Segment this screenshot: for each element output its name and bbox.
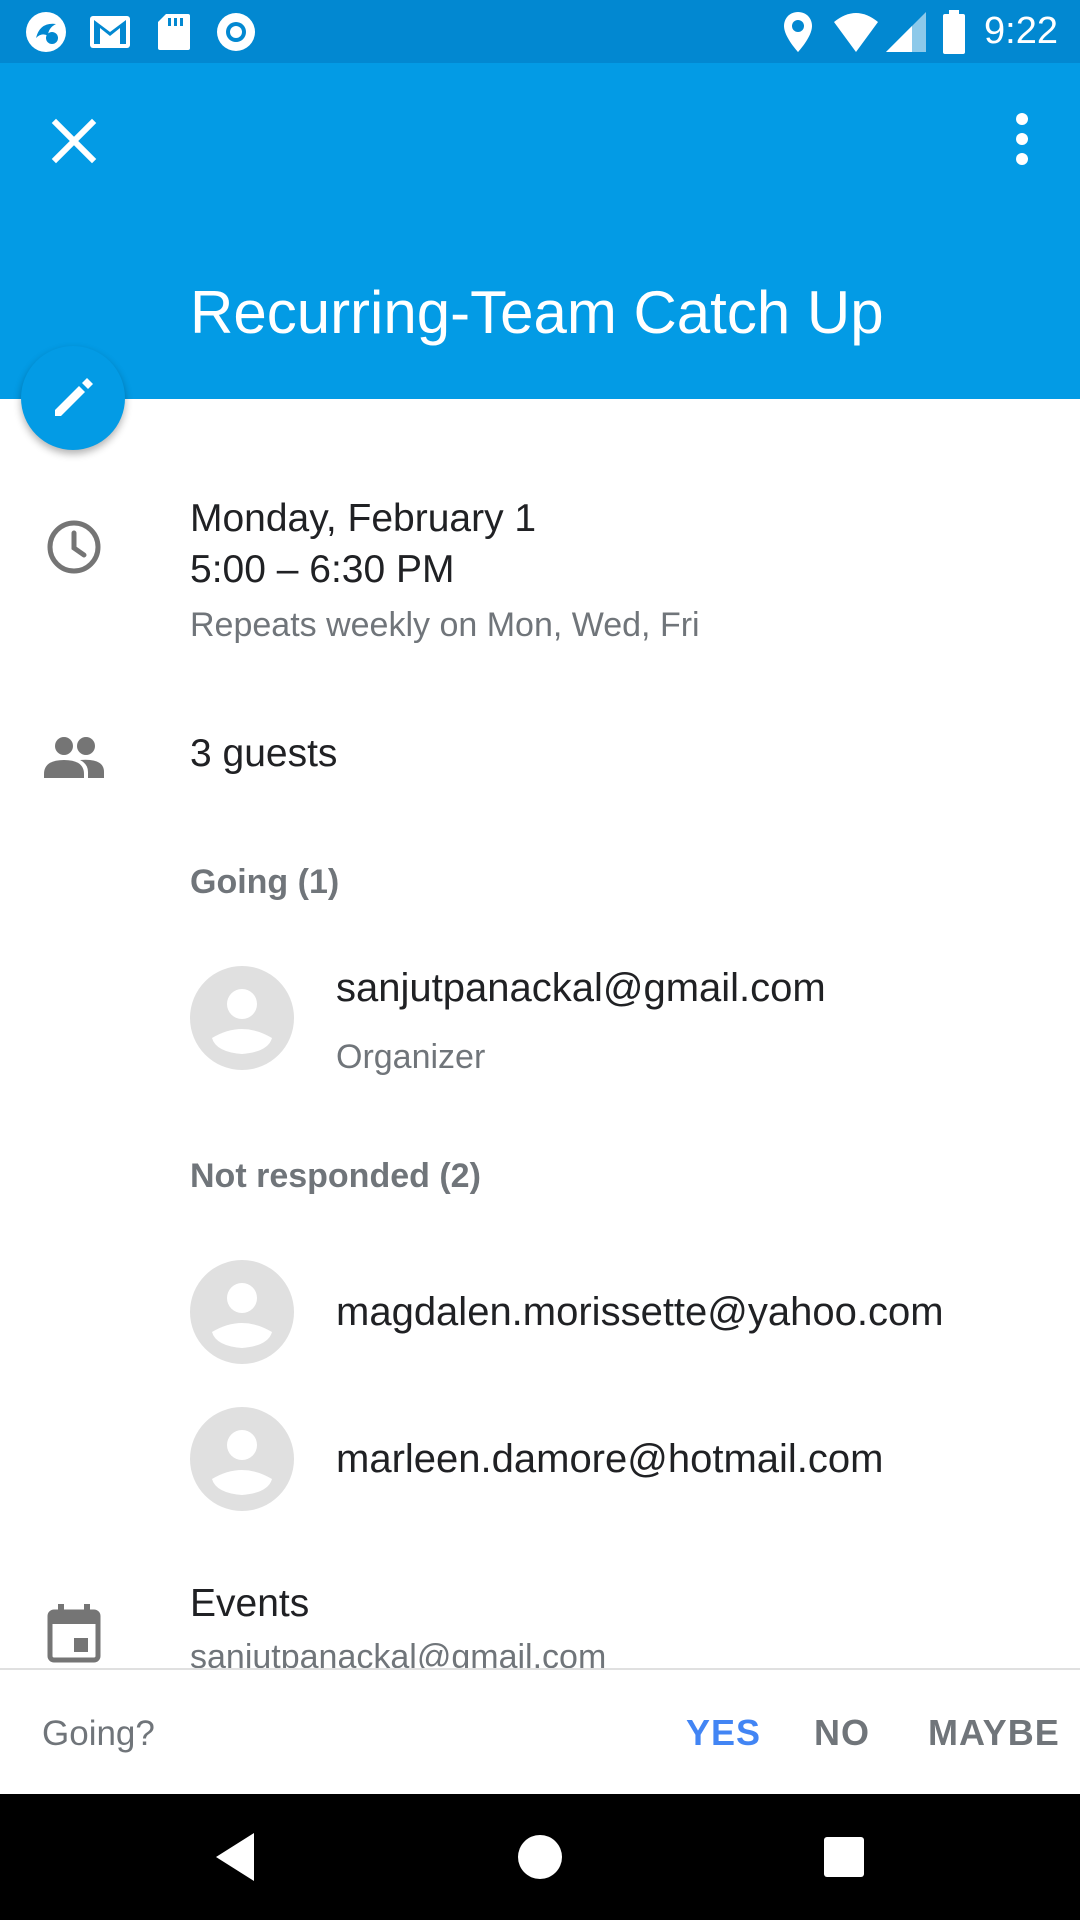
event-title: Recurring-Team Catch Up — [190, 279, 884, 346]
home-icon[interactable] — [508, 1825, 572, 1889]
rsvp-maybe-button[interactable]: MAYBE — [928, 1712, 1060, 1754]
avatar — [190, 966, 294, 1070]
clock-icon — [47, 520, 101, 574]
guest-count[interactable]: 3 guests — [190, 732, 337, 776]
cell-signal-icon — [886, 12, 926, 52]
event-date: Monday, February 1 — [190, 497, 537, 540]
guest-role: Organizer — [336, 1038, 486, 1076]
people-icon — [44, 737, 104, 778]
guest-email: sanjutpanackal@gmail.com — [336, 966, 826, 1010]
back-icon[interactable] — [204, 1825, 268, 1889]
sd-card-icon — [158, 14, 190, 50]
navigation-bar — [0, 1794, 1080, 1920]
guest-row[interactable]: sanjutpanackal@gmail.com Organizer — [190, 966, 1040, 1076]
guest-group-header-going: Going (1) — [190, 863, 340, 901]
app-bar: Recurring-Team Catch Up — [0, 63, 1080, 399]
recents-icon[interactable] — [812, 1825, 876, 1889]
more-vert-icon[interactable] — [982, 101, 1062, 181]
event-recurrence: Repeats weekly on Mon, Wed, Fri — [190, 606, 700, 644]
location-icon — [784, 12, 812, 52]
guest-email: magdalen.morissette@yahoo.com — [336, 1290, 944, 1334]
gmail-icon — [90, 16, 130, 48]
battery-icon — [943, 10, 965, 54]
close-icon[interactable] — [34, 101, 114, 181]
rsvp-yes-button[interactable]: YES — [686, 1712, 761, 1754]
calendar-icon — [47, 1604, 101, 1663]
record-icon — [217, 13, 255, 51]
avatar — [190, 1407, 294, 1511]
rsvp-bar: Going? YES NO MAYBE — [0, 1668, 1080, 1796]
app-notification-icon — [26, 12, 66, 52]
calendar-name: Events — [190, 1582, 310, 1625]
guest-row[interactable]: magdalen.morissette@yahoo.com — [190, 1260, 1040, 1370]
avatar — [190, 1260, 294, 1364]
guest-email: marleen.damore@hotmail.com — [336, 1437, 884, 1481]
event-time-range: 5:00 – 6:30 PM — [190, 548, 455, 591]
guest-group-header-not-responded: Not responded (2) — [190, 1157, 481, 1195]
wifi-icon — [834, 13, 878, 52]
edit-pencil-icon — [55, 378, 93, 416]
edit-button[interactable] — [21, 346, 125, 450]
status-bar: 9:22 — [0, 0, 1080, 63]
clock: 9:22 — [984, 10, 1058, 52]
rsvp-no-button[interactable]: NO — [814, 1712, 870, 1754]
guest-row[interactable]: marleen.damore@hotmail.com — [190, 1407, 1040, 1517]
rsvp-prompt: Going? — [42, 1714, 155, 1753]
calendar-row: Events sanjutpanackal@gmail.com — [0, 1510, 1080, 1668]
calendar-account: sanjutpanackal@gmail.com — [190, 1638, 607, 1668]
